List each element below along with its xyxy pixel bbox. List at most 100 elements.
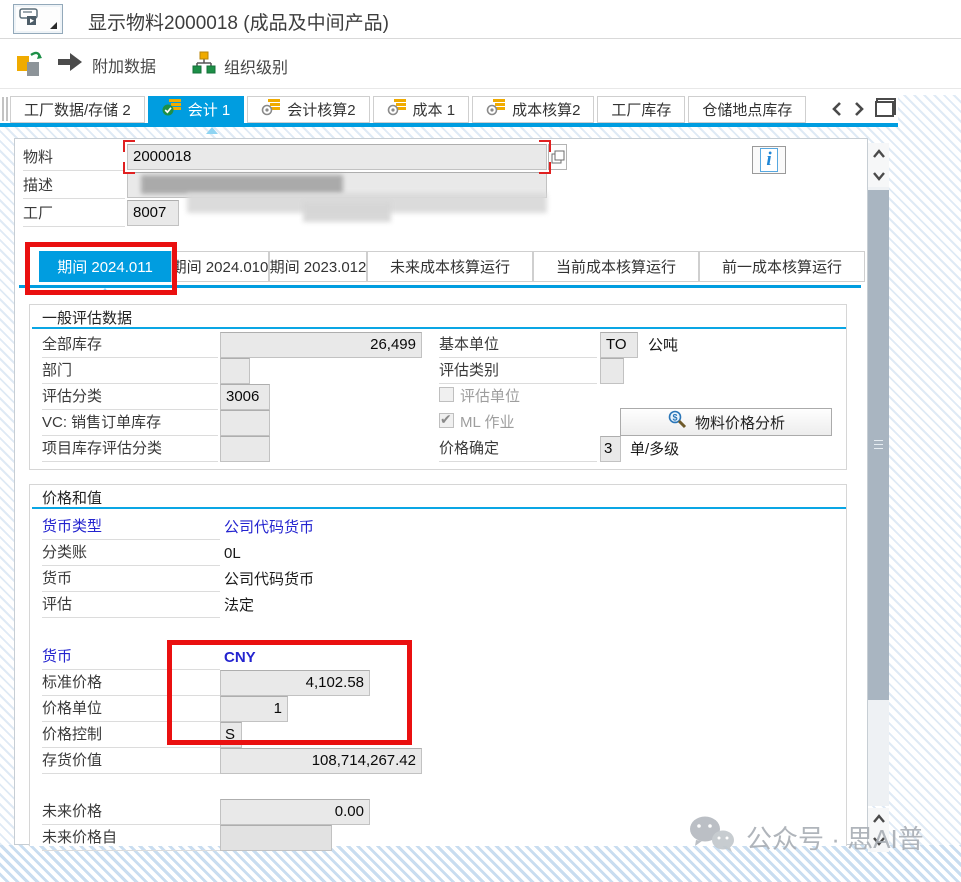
tab-accounting-2[interactable]: 会计核算2	[247, 96, 369, 123]
valuation-class-label: 评估分类	[42, 387, 218, 410]
wechat-icon	[688, 814, 736, 861]
base-unit-name: 公吨	[648, 335, 678, 357]
group-title-rule	[32, 507, 846, 509]
info-icon: i	[760, 148, 777, 172]
material-label: 物料	[23, 148, 125, 171]
dropdown-corner-icon	[50, 22, 57, 29]
future-price-from-label: 未来价格自	[42, 828, 220, 851]
currency-label: 货币	[42, 569, 220, 592]
tab-scroll-left-icon[interactable]	[830, 100, 846, 120]
future-price-field[interactable]: 0.00	[220, 799, 370, 825]
tab-plant-stock[interactable]: 工厂库存	[597, 96, 685, 123]
overlapping-windows-icon	[551, 150, 565, 164]
display-change-icon[interactable]	[14, 49, 46, 84]
tab-label: 工厂库存	[611, 99, 671, 120]
services-for-object-button[interactable]	[13, 4, 63, 34]
valuation-class-field[interactable]: 3006	[220, 384, 270, 410]
period-tab-2023-012[interactable]: 期间 2023.012	[269, 251, 367, 282]
total-stock-label: 全部库存	[42, 335, 218, 358]
base-unit-label: 基本单位	[439, 335, 597, 358]
material-price-analysis-button[interactable]: $ 物料价格分析	[620, 408, 832, 436]
main-tab-strip: 工厂数据/存储 2 会计 1 会计核算2	[10, 96, 806, 123]
tab-stack-line	[6, 97, 8, 121]
period-tab-2024-010[interactable]: 期间 2024.010	[171, 251, 269, 282]
period-tab-future-costing-run[interactable]: 未来成本核算运行	[367, 251, 533, 282]
general-valuation-title: 一般评估数据	[42, 307, 132, 328]
keys-icon	[387, 99, 406, 120]
ml-active-checkbox[interactable]	[439, 413, 454, 428]
price-determination-label: 价格确定	[439, 439, 597, 462]
currency-type-value: 公司代码货币	[224, 517, 314, 539]
keys-icon	[486, 99, 505, 120]
speech-bubble-icon	[19, 8, 49, 28]
watermark: 公众号 · 思AI普	[688, 814, 924, 861]
valuation-value: 法定	[224, 595, 254, 617]
period-tab-label: 前一成本核算运行	[722, 256, 842, 277]
currency-value: 公司代码货币	[224, 569, 314, 591]
prices-values-group: 价格和值 货币类型 公司代码货币 分类账 0L 货币 公司代码货币 评估 法定 …	[29, 484, 847, 846]
svg-text:$: $	[672, 413, 677, 423]
tab-label: 成本核算2	[512, 99, 580, 120]
org-levels-label: 组织级别	[224, 54, 288, 78]
keys-icon	[261, 99, 280, 120]
scrollbar-down-button[interactable]	[868, 165, 889, 187]
matchcode-button[interactable]	[548, 144, 567, 170]
material-price-analysis-label: 物料价格分析	[695, 412, 785, 433]
price-determination-text: 单/多级	[630, 439, 679, 461]
organization-levels-button[interactable]: 组织级别	[192, 51, 288, 80]
period-tab-current-costing-run[interactable]: 当前成本核算运行	[533, 251, 699, 282]
price-determination-field[interactable]: 3	[600, 436, 621, 462]
period-tab-previous-costing-run[interactable]: 前一成本核算运行	[699, 251, 865, 282]
tab-accounting-1[interactable]: 会计 1	[148, 96, 245, 123]
period-tab-label: 当前成本核算运行	[556, 256, 676, 277]
tab-storage-location-stock[interactable]: 仓储地点库存	[688, 96, 806, 123]
vc-sales-order-stock-label: VC: 销售订单库存	[42, 413, 218, 436]
project-stock-valuation-class-label: 项目库存评估分类	[42, 439, 218, 462]
valuation-category-label: 评估类别	[439, 361, 597, 384]
tab-label: 成本 1	[413, 99, 456, 120]
annotation-box-period-tab	[25, 242, 177, 295]
division-field[interactable]	[220, 358, 250, 384]
valuation-unit-checkbox[interactable]	[439, 387, 454, 402]
scrollbar-thumb[interactable]	[868, 190, 889, 700]
arrow-right-icon	[56, 51, 84, 78]
tab-overview-icon[interactable]	[874, 97, 898, 117]
scrollbar-up-button[interactable]	[868, 143, 889, 165]
currency-type-label[interactable]: 货币类型	[42, 517, 220, 540]
org-levels-icon	[192, 51, 216, 80]
division-label: 部门	[42, 361, 218, 384]
tab-stack-line	[2, 97, 4, 121]
period-tab-label: 期间 2024.010	[172, 256, 269, 277]
scrollbar-grip	[874, 440, 883, 441]
valuation-unit-label: 评估单位	[460, 387, 520, 410]
tab-scroll-right-icon[interactable]	[852, 100, 868, 120]
window-title: 显示物料2000018 (成品及中间产品)	[88, 8, 389, 35]
tab-costing-1[interactable]: 成本 1	[373, 96, 470, 123]
tab-strip-underline	[0, 123, 898, 127]
future-price-label: 未来价格	[42, 802, 220, 825]
total-stock-field[interactable]: 26,499	[220, 332, 422, 358]
vc-sales-order-stock-field[interactable]	[220, 410, 270, 436]
ml-active-label: ML 作业	[460, 413, 514, 436]
base-unit-field[interactable]: TO	[600, 332, 638, 358]
additional-data-button[interactable]: 附加数据	[56, 51, 156, 78]
material-field[interactable]: 2000018	[127, 144, 547, 170]
tab-costing-2[interactable]: 成本核算2	[472, 96, 594, 123]
valuation-category-field[interactable]	[600, 358, 624, 384]
info-button[interactable]: i	[752, 146, 786, 174]
plant-field[interactable]: 8007	[127, 200, 179, 226]
group-title-rule	[32, 327, 846, 329]
tab-label: 会计 1	[188, 99, 231, 120]
price-analysis-magnifier-icon: $	[667, 410, 687, 434]
inventory-value-label: 存货价值	[42, 751, 220, 774]
sap-window: 显示物料2000018 (成品及中间产品) 附加数据	[0, 0, 961, 882]
ledger-label: 分类账	[42, 543, 220, 566]
general-valuation-group: 一般评估数据 全部库存 26,499 基本单位 TO 公吨 部门 评估类别 评估…	[29, 304, 847, 470]
tab-plant-data-storage-2[interactable]: 工厂数据/存储 2	[10, 96, 145, 123]
future-price-from-field[interactable]	[220, 825, 332, 851]
project-stock-valuation-class-field[interactable]	[220, 436, 270, 462]
inventory-value-field[interactable]: 108,714,267.42	[220, 748, 422, 774]
prices-values-title: 价格和值	[42, 487, 102, 508]
plant-label: 工厂	[23, 204, 125, 227]
scrollbar-grip	[874, 448, 883, 449]
